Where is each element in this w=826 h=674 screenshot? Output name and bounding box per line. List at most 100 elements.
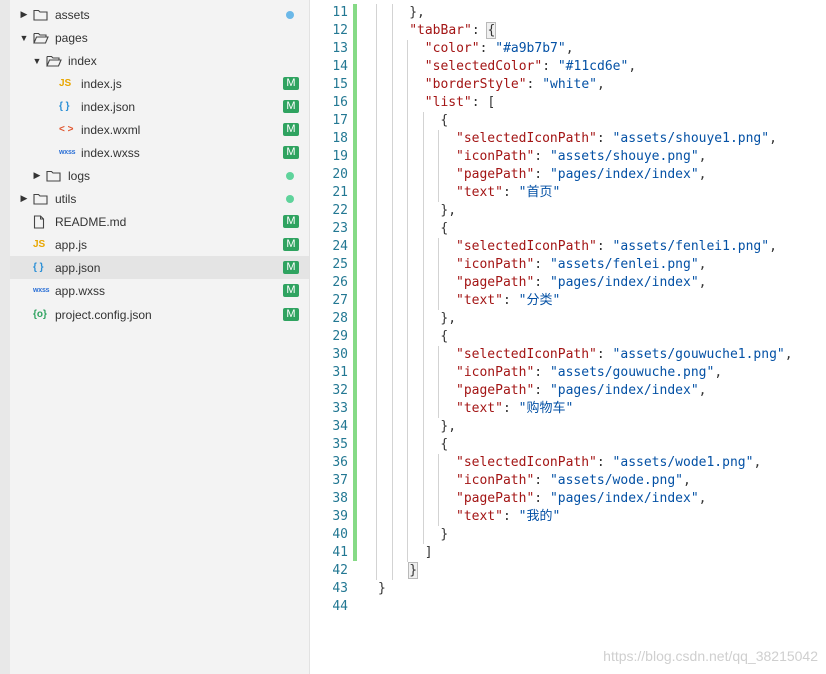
config-file-icon: {o} bbox=[33, 309, 53, 320]
line-source: { bbox=[440, 436, 448, 454]
punctuation: , bbox=[628, 59, 637, 74]
json-string: "首页" bbox=[518, 185, 561, 200]
json-key: "list" bbox=[424, 95, 472, 110]
tree-item-index[interactable]: ▼ index bbox=[10, 49, 309, 72]
js-file-icon: JS bbox=[33, 239, 53, 250]
json-string: "pages/index/index" bbox=[549, 275, 699, 290]
chevron-right-icon[interactable]: ▶ bbox=[18, 193, 30, 204]
punctuation: ] bbox=[424, 545, 433, 560]
wxss-file-icon: wxss bbox=[59, 149, 79, 156]
line-source: "selectedIconPath": "assets/fenlei1.png"… bbox=[456, 238, 777, 256]
json-string: "assets/fenlei.png" bbox=[549, 257, 699, 272]
tree-item-label: index.json bbox=[81, 99, 136, 114]
line-source: "text": "购物车" bbox=[456, 400, 573, 418]
line-number: 23 bbox=[332, 221, 348, 236]
line-source: { bbox=[440, 328, 448, 346]
config-icon-glyph: {o} bbox=[33, 309, 47, 320]
json-key: "tabBar" bbox=[409, 23, 472, 38]
folder-icon bbox=[33, 193, 53, 205]
modified-badge: M bbox=[283, 77, 299, 90]
js-file-icon: JS bbox=[59, 78, 79, 89]
line-source: "color": "#a9b7b7", bbox=[425, 40, 574, 58]
punctuation: : [ bbox=[471, 95, 496, 110]
line-number: 29 bbox=[332, 329, 348, 344]
status-dot bbox=[286, 10, 294, 19]
json-file-icon: { } bbox=[59, 101, 79, 112]
line-number: 41 bbox=[332, 545, 348, 560]
tree-item-index-wxss[interactable]: wxss index.wxss M bbox=[10, 141, 309, 164]
tree-item-readme-md[interactable]: README.md M bbox=[10, 210, 309, 233]
punctuation: : bbox=[471, 23, 488, 38]
tree-item-pages[interactable]: ▼ pages bbox=[10, 26, 309, 49]
line-source: "selectedColor": "#11cd6e", bbox=[425, 58, 636, 76]
punctuation: , bbox=[784, 347, 793, 362]
line-source: "list": [ bbox=[425, 94, 495, 112]
explorer-edge bbox=[0, 0, 10, 674]
tree-item-utils[interactable]: ▶ utils bbox=[10, 187, 309, 210]
tree-item-index-js[interactable]: JS index.js M bbox=[10, 72, 309, 95]
folder-icon bbox=[46, 170, 66, 182]
punctuation: : bbox=[596, 131, 613, 146]
tree-item-index-json[interactable]: { } index.json M bbox=[10, 95, 309, 118]
code-editor[interactable]: 11}, 12 "tabBar": {13 "color": "#a9b7b7", 14… bbox=[310, 0, 826, 674]
folder-open-icon bbox=[33, 32, 53, 44]
file-explorer: ▶ assets ▼ pages ▼ index JS index.js M { } index.j… bbox=[0, 0, 310, 674]
tree-item-index-wxml[interactable]: < > index.wxml M bbox=[10, 118, 309, 141]
modified-badge: M bbox=[283, 100, 299, 113]
code-line: 23 { bbox=[310, 220, 826, 238]
tree-item-logs[interactable]: ▶ logs bbox=[10, 164, 309, 187]
json-key: "selectedIconPath" bbox=[456, 455, 597, 470]
wxss-icon-glyph: wxss bbox=[33, 287, 50, 294]
tree-item-label: index bbox=[68, 53, 97, 68]
punctuation: }, bbox=[440, 419, 457, 434]
code-line: 36 "selectedIconPath": "assets/wode1.png"… bbox=[310, 454, 826, 472]
line-number: 44 bbox=[332, 599, 348, 614]
code-line: 27 "text": "分类" bbox=[310, 292, 826, 310]
line-number: 18 bbox=[332, 131, 348, 146]
wxss-file-icon: wxss bbox=[33, 287, 53, 294]
line-source: "pagePath": "pages/index/index", bbox=[456, 274, 706, 292]
tree-item-assets[interactable]: ▶ assets bbox=[10, 3, 309, 26]
wxss-icon-glyph: wxss bbox=[59, 149, 76, 156]
file-icon bbox=[33, 214, 53, 229]
tree-item-app-js[interactable]: JS app.js M bbox=[10, 233, 309, 256]
line-number: 40 bbox=[332, 527, 348, 542]
code-line: 12 "tabBar": { bbox=[310, 22, 826, 40]
code-line: 21 "text": "首页" bbox=[310, 184, 826, 202]
punctuation: }, bbox=[440, 311, 457, 326]
line-source: }, bbox=[440, 310, 456, 328]
chevron-right-icon[interactable]: ▶ bbox=[18, 9, 30, 20]
line-number: 34 bbox=[332, 419, 348, 434]
tree-item-label: index.wxml bbox=[81, 122, 141, 137]
punctuation: , bbox=[683, 473, 691, 488]
line-number: 15 bbox=[332, 77, 348, 92]
line-number: 33 bbox=[332, 401, 348, 416]
line-number: 26 bbox=[332, 275, 348, 290]
punctuation: , bbox=[769, 131, 777, 146]
line-source: "selectedIconPath": "assets/shouye1.png"… bbox=[456, 130, 777, 148]
json-string: "pages/index/index" bbox=[549, 491, 699, 506]
chevron-down-icon[interactable]: ▼ bbox=[31, 56, 43, 66]
tree-item-app-wxss[interactable]: wxss app.wxss M bbox=[10, 279, 309, 302]
punctuation: : bbox=[526, 77, 543, 92]
code-line: 32 "pagePath": "pages/index/index", bbox=[310, 382, 826, 400]
json-icon-glyph: { } bbox=[33, 262, 44, 273]
code-line: 37 "iconPath": "assets/wode.png", bbox=[310, 472, 826, 490]
chevron-down-icon[interactable]: ▼ bbox=[18, 33, 30, 43]
line-number: 31 bbox=[332, 365, 348, 380]
line-source: "pagePath": "pages/index/index", bbox=[456, 382, 706, 400]
tree-item-label: app.json bbox=[55, 260, 101, 275]
code-line: 40} bbox=[310, 526, 826, 544]
punctuation: : bbox=[502, 185, 519, 200]
chevron-right-icon[interactable]: ▶ bbox=[31, 170, 43, 181]
code-line: 15 "borderStyle": "white", bbox=[310, 76, 826, 94]
tree-item-label: utils bbox=[55, 191, 77, 206]
punctuation: , bbox=[698, 149, 707, 164]
punctuation: }, bbox=[409, 5, 425, 20]
code-line: 11}, bbox=[310, 4, 826, 22]
punctuation: : bbox=[534, 365, 550, 380]
punctuation: } bbox=[440, 527, 449, 542]
tree-item-project-config-json[interactable]: {o} project.config.json M bbox=[10, 303, 309, 326]
punctuation: , bbox=[714, 365, 723, 380]
tree-item-app-json[interactable]: { } app.json M bbox=[10, 256, 309, 279]
